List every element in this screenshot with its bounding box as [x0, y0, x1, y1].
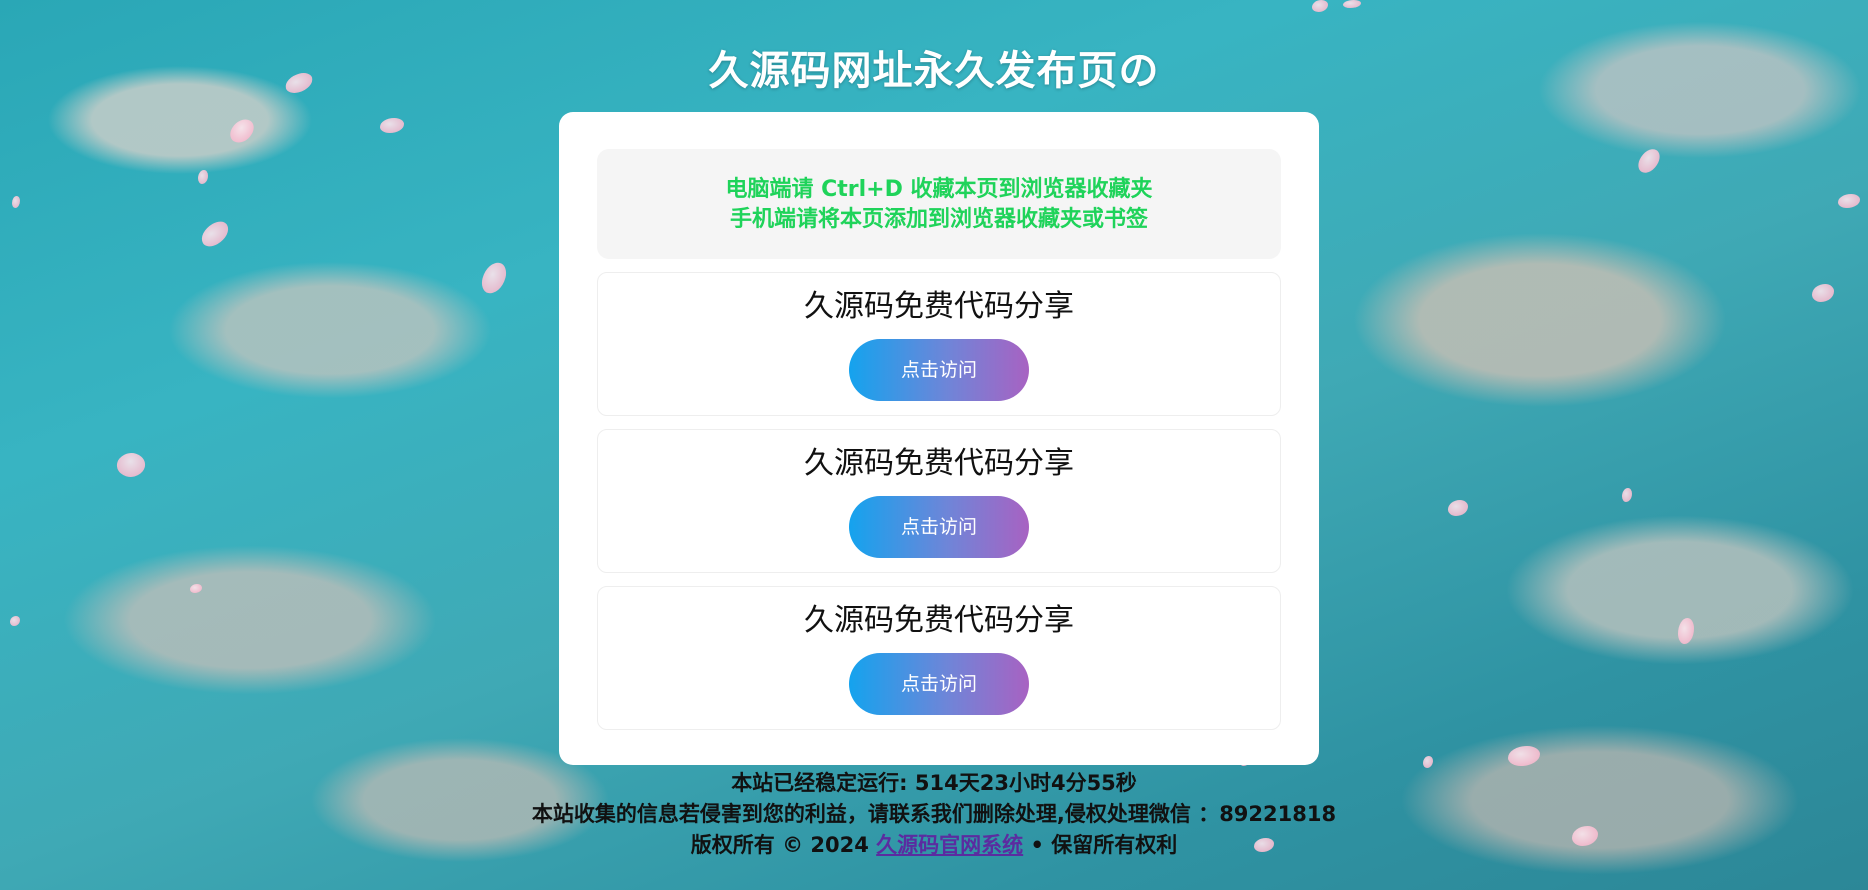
page-title: 久源码网址永久发布页の — [708, 48, 1160, 94]
copyright-suffix: • 保留所有权利 — [1023, 833, 1178, 857]
petal-decoration — [112, 446, 150, 484]
petal-decoration — [1343, 0, 1361, 8]
petal-decoration — [1812, 284, 1834, 302]
link-card: 久源码免费代码分享 点击访问 — [597, 586, 1281, 730]
card-title: 久源码免费代码分享 — [804, 446, 1074, 481]
notice-desktop-text: 电脑端请 Ctrl+D 收藏本页到浏览器收藏夹 — [725, 177, 1153, 202]
link-card: 久源码免费代码分享 点击访问 — [597, 272, 1281, 416]
petal-decoration — [1423, 756, 1433, 768]
visit-button[interactable]: 点击访问 — [849, 496, 1029, 558]
petal-decoration — [226, 114, 258, 148]
petal-decoration — [10, 616, 20, 626]
petal-decoration — [197, 217, 233, 251]
visit-button[interactable]: 点击访问 — [849, 339, 1029, 401]
petal-decoration — [1622, 488, 1632, 502]
link-card: 久源码免费代码分享 点击访问 — [597, 429, 1281, 573]
notice-mobile-text: 手机端请将本页添加到浏览器收藏夹或书签 — [729, 207, 1148, 232]
petal-decoration — [479, 259, 509, 297]
site-link[interactable]: 久源码官网系统 — [876, 833, 1023, 857]
main-panel: 电脑端请 Ctrl+D 收藏本页到浏览器收藏夹 手机端请将本页添加到浏览器收藏夹… — [559, 112, 1319, 765]
petal-decoration — [190, 584, 202, 593]
petal-decoration — [1448, 500, 1468, 516]
copyright-line: 版权所有 © 2024 久源码官网系统 • 保留所有权利 — [0, 830, 1868, 861]
copyright-prefix: 版权所有 © 2024 — [690, 833, 877, 857]
petal-decoration — [12, 196, 20, 208]
petal-decoration — [1312, 0, 1328, 12]
visit-button[interactable]: 点击访问 — [849, 653, 1029, 715]
petal-decoration — [1635, 145, 1663, 177]
card-title: 久源码免费代码分享 — [804, 289, 1074, 324]
petal-decoration — [380, 118, 404, 133]
petal-decoration — [1678, 618, 1694, 644]
uptime-text: 本站已经稳定运行: 514天23小时4分55秒 — [731, 771, 1137, 795]
disclaimer-text: 本站收集的信息若侵害到您的利益，请联系我们删除处理,侵权处理微信 ：892218… — [531, 802, 1337, 826]
petal-decoration — [198, 170, 208, 184]
footer: 本站已经稳定运行: 514天23小时4分55秒 本站收集的信息若侵害到您的利益，… — [0, 768, 1868, 861]
petal-decoration — [1838, 194, 1860, 208]
petal-decoration — [1508, 746, 1540, 766]
card-title: 久源码免费代码分享 — [804, 603, 1074, 638]
bookmark-notice: 电脑端请 Ctrl+D 收藏本页到浏览器收藏夹 手机端请将本页添加到浏览器收藏夹… — [597, 149, 1281, 259]
